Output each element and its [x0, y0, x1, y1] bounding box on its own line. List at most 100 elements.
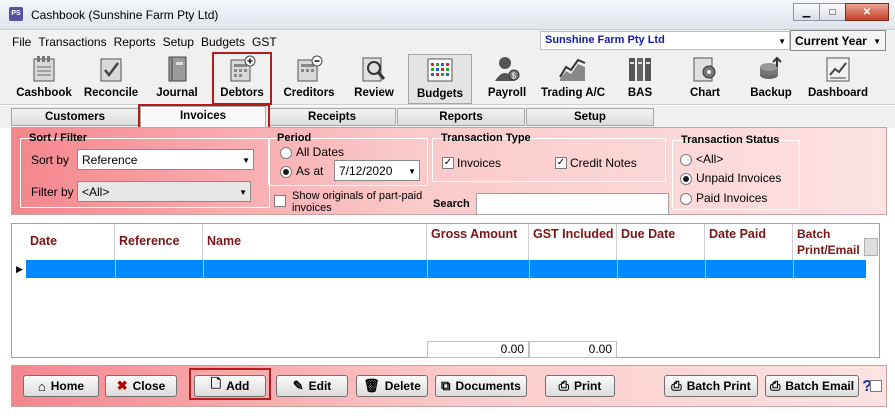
- year-value: Current Year: [795, 34, 867, 48]
- payroll-icon: $: [492, 54, 522, 84]
- close-label: Close: [132, 379, 166, 393]
- toolbar-budgets[interactable]: Budgets: [408, 54, 472, 104]
- tab-customers[interactable]: Customers: [11, 108, 139, 126]
- menu-gst[interactable]: GST: [252, 35, 277, 49]
- period-title: Period: [277, 132, 312, 144]
- status-all-radio[interactable]: [680, 154, 692, 166]
- column-header-reference[interactable]: Reference: [115, 224, 203, 260]
- delete-label: Delete: [384, 379, 421, 393]
- column-header-gross-amount[interactable]: Gross Amount: [427, 224, 529, 260]
- print-label: Print: [574, 379, 602, 393]
- printer-icon: ⎙: [769, 378, 781, 393]
- batch-checkbox[interactable]: [870, 380, 882, 392]
- toolbar-creditors[interactable]: Creditors: [278, 54, 340, 104]
- journal-icon: [162, 54, 192, 84]
- trading-icon: [558, 54, 588, 84]
- toolbar-label: Trading A/C: [540, 87, 606, 99]
- close-window-button[interactable]: ✕: [845, 3, 889, 21]
- edit-button[interactable]: ✎ Edit: [276, 375, 348, 397]
- year-select[interactable]: Current Year ▼: [790, 30, 886, 51]
- search-input[interactable]: [476, 193, 669, 215]
- menu-budgets[interactable]: Budgets: [201, 35, 245, 49]
- toolbar-chart[interactable]: Chart: [680, 54, 730, 104]
- maximize-button[interactable]: □: [819, 3, 846, 21]
- batch-print-button[interactable]: ⎙ Batch Print: [664, 375, 758, 397]
- filter-by-label: Filter by: [31, 185, 74, 199]
- menu-file[interactable]: File: [12, 35, 31, 49]
- column-header-gst-included[interactable]: GST Included: [529, 224, 617, 260]
- vertical-scrollbar[interactable]: [864, 238, 878, 256]
- toolbar-bas[interactable]: BAS: [618, 54, 662, 104]
- print-button[interactable]: ⎙ Print: [545, 375, 615, 397]
- status-paid-radio[interactable]: [680, 193, 692, 205]
- chart-icon: [690, 54, 720, 84]
- status-unpaid-radio[interactable]: [680, 173, 692, 185]
- home-label: Home: [50, 379, 85, 393]
- column-header-date-paid[interactable]: Date Paid: [705, 224, 793, 260]
- toolbar-backup[interactable]: Backup: [746, 54, 796, 104]
- printer-icon: ⎙: [671, 378, 682, 393]
- chevron-down-icon: ▼: [239, 188, 247, 197]
- window-title: Cashbook (Sunshine Farm Pty Ltd): [31, 8, 219, 22]
- table-row[interactable]: [26, 260, 866, 278]
- sort-by-select[interactable]: Reference ▼: [77, 149, 254, 170]
- tab-reports[interactable]: Reports: [397, 108, 525, 126]
- column-header-batch-print-email[interactable]: Batch Print/Email: [793, 224, 865, 260]
- credit-notes-checkbox[interactable]: ✓: [555, 157, 567, 169]
- toolbar: Cashbook Reconcile Journal Debtors Credi…: [0, 52, 895, 105]
- toolbar-payroll[interactable]: $ Payroll: [480, 54, 534, 104]
- bas-icon: [625, 54, 655, 84]
- documents-button[interactable]: ⧉ Documents: [435, 375, 527, 397]
- show-originals-checkbox[interactable]: [274, 195, 286, 207]
- toolbar-label: Budgets: [417, 88, 463, 100]
- close-button[interactable]: ✖ Close: [105, 375, 177, 397]
- as-at-label: As at: [296, 164, 324, 178]
- toolbar-dashboard[interactable]: Dashboard: [804, 54, 872, 104]
- chevron-down-icon: ▼: [408, 167, 416, 176]
- delete-button[interactable]: 🗑 Delete: [356, 375, 428, 397]
- all-dates-radio[interactable]: [280, 147, 292, 159]
- menu-reports[interactable]: Reports: [114, 35, 156, 49]
- company-name: Sunshine Farm Pty Ltd: [545, 34, 665, 46]
- tab-receipts[interactable]: Receipts: [268, 108, 396, 126]
- toolbar-label: Creditors: [283, 87, 335, 99]
- filter-by-select[interactable]: <All> ▼: [77, 181, 251, 202]
- printer-icon: ⎙: [558, 378, 570, 393]
- toolbar-label: Journal: [156, 87, 198, 99]
- as-at-radio[interactable]: [280, 166, 292, 178]
- column-header-name[interactable]: Name: [203, 224, 427, 260]
- batch-email-button[interactable]: ⎙ Batch Email: [765, 375, 859, 397]
- toolbar-label: Dashboard: [807, 87, 869, 99]
- search-label: Search: [433, 198, 470, 210]
- toolbar-journal[interactable]: Journal: [146, 54, 208, 104]
- tab-setup[interactable]: Setup: [526, 108, 654, 126]
- toolbar-label: BAS: [627, 87, 653, 99]
- total-gross-amount: 0.00: [427, 341, 529, 358]
- column-header-date[interactable]: Date: [26, 224, 115, 260]
- sort-filter-title: Sort / Filter: [29, 132, 88, 144]
- reconcile-icon: [96, 54, 126, 84]
- as-at-date-picker[interactable]: 7/12/2020 ▼: [334, 160, 420, 181]
- invoice-grid[interactable]: Date Reference Name Gross Amount GST Inc…: [11, 223, 880, 358]
- toolbar-label: Reconcile: [83, 87, 139, 99]
- minimize-button[interactable]: ▁: [793, 3, 820, 21]
- transaction-type-title: Transaction Type: [441, 132, 531, 144]
- toolbar-reconcile[interactable]: Reconcile: [80, 54, 142, 104]
- highlight-debtors: [212, 52, 272, 105]
- toolbar-trading[interactable]: Trading A/C: [538, 54, 608, 104]
- column-header-due-date[interactable]: Due Date: [617, 224, 705, 260]
- status-paid-label: Paid Invoices: [696, 191, 768, 205]
- svg-text:$: $: [512, 72, 517, 81]
- highlight-add-button: [189, 368, 271, 400]
- menu-setup[interactable]: Setup: [163, 35, 194, 49]
- toolbar-label: Payroll: [487, 87, 527, 99]
- company-select[interactable]: Sunshine Farm Pty Ltd ▼: [540, 31, 790, 50]
- toolbar-label: Review: [354, 87, 394, 99]
- toolbar-review[interactable]: Review: [348, 54, 400, 104]
- menu-transactions[interactable]: Transactions: [38, 35, 106, 49]
- review-icon: [359, 54, 389, 84]
- show-originals-label: Show originals of part-paid invoices: [292, 190, 423, 214]
- invoices-checkbox[interactable]: ✓: [442, 157, 454, 169]
- toolbar-cashbook[interactable]: Cashbook: [12, 54, 76, 104]
- home-button[interactable]: ⌂ Home: [23, 375, 99, 397]
